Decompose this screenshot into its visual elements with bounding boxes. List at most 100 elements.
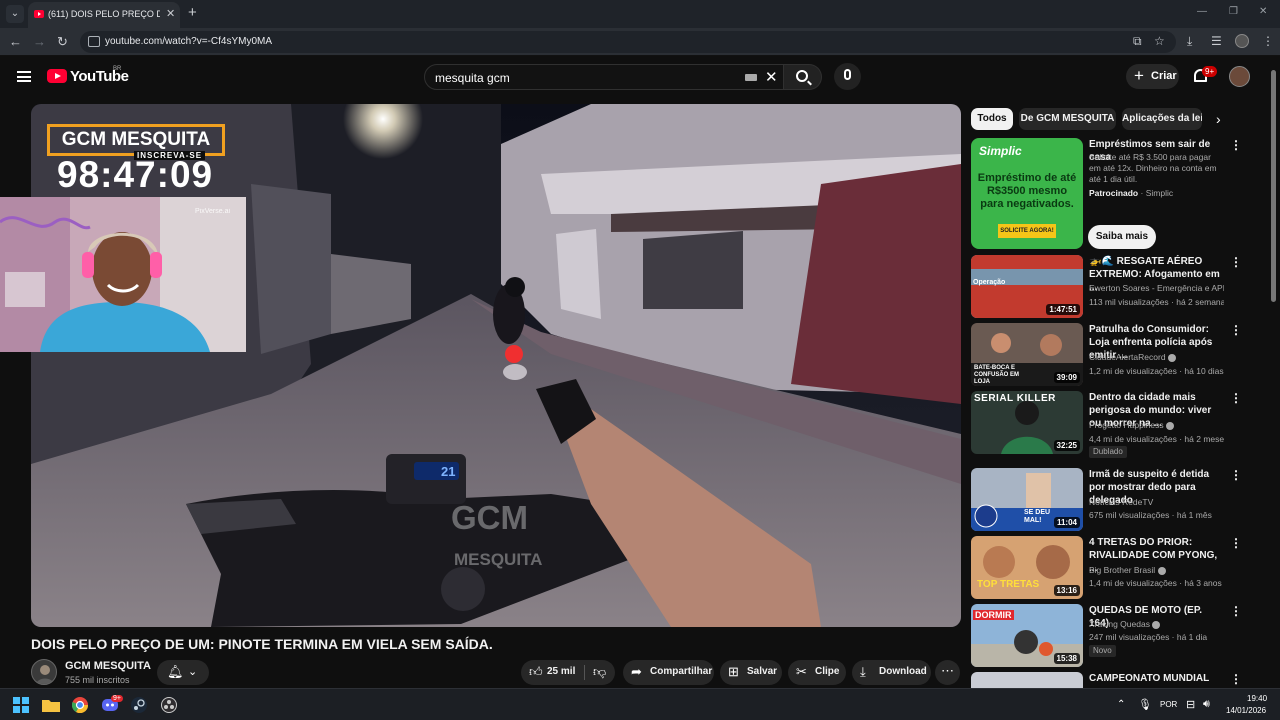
video-thumbnail[interactable]: BATE-BOCA E CONFUSÃO EM LOJA 39:09	[971, 323, 1083, 386]
steam-icon[interactable]	[131, 697, 147, 713]
clear-search-icon[interactable]: ✕	[765, 68, 778, 86]
minimize-icon[interactable]: —	[1197, 6, 1207, 17]
new-badge: Novo	[1089, 645, 1116, 657]
video-thumbnail[interactable]: DORMIR 15:38	[971, 604, 1083, 667]
browser-menu-icon[interactable]: ⋮	[1262, 34, 1274, 48]
save-label: Salvar	[747, 666, 778, 677]
keyboard-icon[interactable]	[745, 74, 757, 81]
browser-tab[interactable]: (611) DOIS PELO PREÇO DE UM: PINOTE TERM…	[28, 2, 180, 28]
cast-icon[interactable]: ⧉	[1133, 34, 1142, 49]
bookmark-star-icon[interactable]: ☆	[1154, 34, 1165, 48]
ad-headline: Empréstimo de até R$3500 mesmo para nega…	[977, 172, 1077, 210]
volume-icon[interactable]: 🔊︎	[1203, 698, 1210, 711]
ad-cta-button[interactable]: Saiba mais	[1088, 225, 1156, 249]
webcam-scene	[0, 197, 246, 352]
overlay-channel-name: GCM MESQUITA	[61, 129, 211, 150]
verified-icon	[1167, 353, 1176, 362]
ad-advertiser: Simplic	[1145, 188, 1174, 198]
video-thumbnail[interactable]: SE DEU MAL! 11:04	[971, 468, 1083, 531]
ad-sponsor-line: Patrocinado · Simplic	[1089, 188, 1224, 198]
windows-start-icon[interactable]	[13, 697, 29, 713]
clip-button[interactable]: ✂ Clipe	[788, 660, 846, 685]
video-channel-name[interactable]: CidadeAlertaRecord	[1089, 352, 1166, 362]
create-button[interactable]: + Criar	[1126, 64, 1179, 89]
video-channel[interactable]: Notícias RedeTV	[1089, 497, 1224, 507]
network-icon[interactable]: ⊟	[1186, 698, 1195, 711]
video-menu-icon[interactable]: ⋮	[1230, 255, 1242, 269]
thumb-caption: SE DEU MAL!	[1024, 509, 1051, 524]
chips-next-icon[interactable]: ›	[1216, 111, 1221, 127]
youtube-logo-icon[interactable]	[47, 69, 67, 83]
voice-search-button[interactable]	[834, 63, 861, 90]
tray-mic-icon[interactable]: 🎙︎	[1138, 698, 1152, 711]
subscription-bell-button[interactable]: 🔔︎ ⌄	[157, 660, 209, 685]
video-thumbnail[interactable]: TOP TRETAS 13:16	[971, 536, 1083, 599]
video-menu-icon[interactable]: ⋮	[1230, 468, 1242, 482]
video-menu-icon[interactable]: ⋮	[1230, 672, 1242, 686]
chip-todos[interactable]: Todos	[971, 108, 1013, 130]
url-field[interactable]: youtube.com/watch?v=-Cf4sYMy0MA	[80, 31, 1176, 53]
channel-avatar[interactable]	[31, 659, 57, 685]
share-button[interactable]: ➦ Compartilhar	[623, 660, 714, 685]
obs-icon[interactable]	[161, 697, 177, 713]
channel-name[interactable]: GCM MESQUITA	[65, 660, 151, 672]
search-button[interactable]	[784, 64, 822, 90]
dislike-button[interactable]: 👎︎	[585, 660, 615, 685]
user-avatar[interactable]	[1229, 66, 1250, 87]
video-channel-name[interactable]: Big Brother Brasil	[1089, 565, 1155, 575]
file-explorer-icon[interactable]	[42, 697, 60, 713]
chip-de-gcm-mesquita[interactable]: De GCM MESQUITA	[1019, 108, 1116, 130]
new-tab-icon[interactable]: +	[188, 4, 197, 21]
like-button[interactable]: 👍︎ 25 mil	[521, 660, 585, 685]
video-thumbnail[interactable]: Operação 1:47:51	[971, 255, 1083, 318]
tab-title: (611) DOIS PELO PREÇO DE UM: PINOTE TERM…	[48, 9, 160, 19]
browser-profile-avatar[interactable]	[1235, 34, 1249, 48]
maximize-icon[interactable]: ❐	[1229, 6, 1238, 17]
video-menu-icon[interactable]: ⋮	[1230, 536, 1242, 550]
forward-icon[interactable]: →	[33, 34, 46, 49]
guide-menu-icon[interactable]	[17, 71, 31, 82]
more-actions-button[interactable]: ⋯	[935, 660, 960, 685]
webcam-watermark: PixVerse.ai	[195, 208, 231, 215]
video-player[interactable]: 21 GCM MESQUITA INSCREVA-SE 98:47:09 GCM…	[31, 104, 961, 627]
video-menu-icon[interactable]: ⋮	[1230, 391, 1242, 405]
video-channel[interactable]: CidadeAlertaRecord	[1089, 352, 1224, 362]
page-scrollbar[interactable]	[1271, 70, 1276, 302]
ad-brand-logo: Simplic	[979, 144, 1022, 158]
back-icon[interactable]: ←	[9, 34, 22, 49]
clock-date[interactable]: 14/01/2026	[1226, 706, 1266, 715]
download-button[interactable]: ⤓ Download	[852, 660, 931, 685]
video-channel-name[interactable]: Xracing Quedas	[1089, 619, 1150, 629]
reading-list-icon[interactable]: ☰	[1211, 34, 1222, 48]
tray-overflow-icon[interactable]: ⌃	[1117, 699, 1125, 710]
video-channel[interactable]: Big Brother Brasil	[1089, 565, 1224, 575]
tab-close-icon[interactable]: ✕	[166, 7, 175, 20]
video-menu-icon[interactable]: ⋮	[1230, 323, 1242, 337]
search-input[interactable]: mesquita gcm ✕	[424, 64, 784, 90]
video-thumbnail[interactable]: SERIAL KILLER 32:25	[971, 391, 1083, 454]
video-channel[interactable]: Progetto Happiness	[1089, 420, 1224, 430]
video-menu-icon[interactable]: ⋮	[1230, 604, 1242, 618]
reload-icon[interactable]: ↻	[57, 34, 68, 50]
video-channel[interactable]: Xracing Quedas	[1089, 619, 1224, 629]
clock-time[interactable]: 19:40	[1247, 694, 1267, 703]
site-info-icon[interactable]	[88, 36, 100, 47]
microphone-icon	[844, 69, 851, 80]
video-watermark: GCM	[451, 499, 528, 536]
video-channel-name[interactable]: Progetto Happiness	[1089, 420, 1164, 430]
downloads-icon[interactable]: ⤓	[1187, 34, 1192, 49]
notifications-badge: 9+	[1202, 66, 1218, 77]
scissors-icon: ✂	[796, 664, 807, 679]
save-button[interactable]: ⊞ Salvar	[720, 660, 782, 685]
video-channel[interactable]: Ewerton Soares - Emergência e APH na ...	[1089, 283, 1224, 293]
input-language[interactable]: POR	[1160, 700, 1177, 709]
chip-aplicacoes-da-lei[interactable]: Aplicações da lei	[1122, 108, 1202, 130]
tab-search-icon[interactable]: ⌄	[6, 5, 24, 23]
ad-thumbnail[interactable]: Simplic Empréstimo de até R$3500 mesmo p…	[971, 138, 1083, 249]
ad-description: Solicite até R$ 3.500 para pagar em até …	[1089, 152, 1217, 184]
video-title-link[interactable]: CAMPEONATO MUNDIAL	[1089, 672, 1224, 685]
window-close-icon[interactable]: ✕	[1259, 6, 1267, 17]
ad-menu-icon[interactable]: ⋮	[1230, 138, 1242, 152]
video-thumbnail[interactable]	[971, 672, 1083, 688]
chrome-icon[interactable]	[71, 697, 89, 714]
